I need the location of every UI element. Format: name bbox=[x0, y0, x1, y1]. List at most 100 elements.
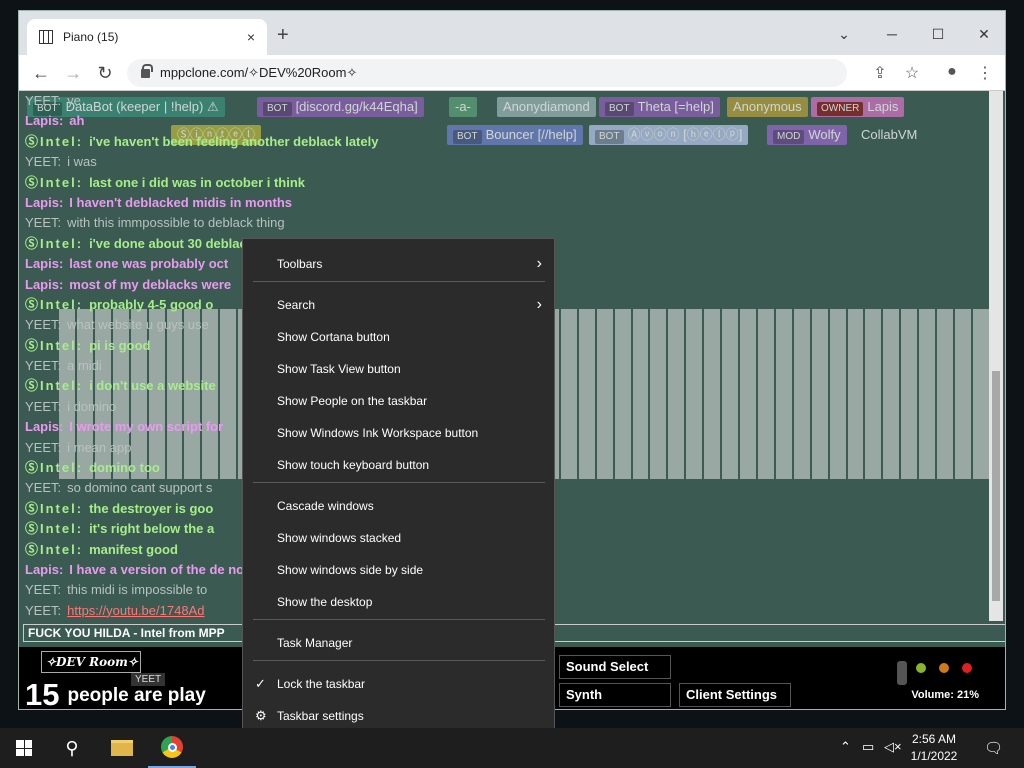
maximize-button[interactable]: ☐ bbox=[915, 19, 961, 49]
piano-key[interactable] bbox=[811, 309, 828, 479]
menu-item[interactable]: Show windows side by side bbox=[243, 556, 554, 584]
share-icon[interactable]: ⇪ bbox=[869, 63, 891, 83]
piano-key[interactable] bbox=[686, 309, 703, 479]
piano-key[interactable] bbox=[883, 309, 900, 479]
chat-author: Lapis: bbox=[25, 113, 64, 129]
network-icon[interactable]: ▭ bbox=[862, 739, 874, 755]
chat-scrollbar[interactable] bbox=[989, 91, 1003, 621]
scrollbar-thumb[interactable] bbox=[992, 371, 1000, 601]
chat-text: i don't use a website bbox=[89, 378, 216, 394]
close-window-button[interactable]: ✕ bbox=[961, 19, 1005, 49]
reload-icon[interactable]: ↻ bbox=[93, 63, 117, 83]
minimize-button[interactable]: ─ bbox=[869, 19, 915, 49]
chat-text: the destroyer is goo bbox=[89, 500, 214, 516]
menu-item[interactable]: Show windows stacked bbox=[243, 524, 554, 552]
menu-item[interactable]: Lock the taskbar ✓ bbox=[243, 670, 554, 698]
chat-text: i was bbox=[67, 154, 97, 170]
menu-item[interactable]: Show People on the taskbar bbox=[243, 387, 554, 415]
piano-key[interactable] bbox=[650, 309, 667, 479]
back-icon[interactable]: ← bbox=[29, 63, 53, 83]
menu-kebab-icon[interactable]: ⋮ bbox=[974, 63, 996, 83]
forward-icon[interactable]: → bbox=[61, 63, 85, 83]
notification-icon[interactable]: 🗨 bbox=[984, 739, 1003, 757]
chat-author: Lapis: bbox=[25, 276, 64, 292]
search-button[interactable]: ⚲ bbox=[48, 728, 96, 768]
user-tag[interactable]: Anonymous bbox=[727, 97, 808, 117]
menu-item[interactable]: Show Task View button bbox=[243, 355, 554, 383]
new-tab-button[interactable]: + bbox=[277, 25, 289, 45]
tab-search-icon[interactable]: ⌄ bbox=[821, 19, 867, 49]
piano-key[interactable] bbox=[865, 309, 882, 479]
chat-message: ⓈIntel: i've haven't been feeling another… bbox=[25, 132, 625, 152]
piano-key[interactable] bbox=[955, 309, 972, 479]
user-name: Lapis bbox=[867, 99, 899, 114]
speaker-muted-icon[interactable]: ◁× bbox=[884, 739, 902, 755]
piano-key[interactable] bbox=[704, 309, 721, 479]
menu-item[interactable]: Task Manager bbox=[243, 629, 554, 657]
menu-item[interactable]: Show Windows Ink Workspace button bbox=[243, 419, 554, 447]
piano-key[interactable] bbox=[901, 309, 918, 479]
user-tag[interactable]: CollabVM bbox=[855, 125, 924, 145]
tray-overflow-icon[interactable]: ⌃ bbox=[840, 739, 851, 755]
user-badge: MOD bbox=[773, 130, 805, 144]
menu-item-label: Cascade windows bbox=[277, 499, 374, 513]
chat-text: probably 4-5 good o bbox=[89, 296, 214, 312]
user-tag[interactable]: OWNER Lapis bbox=[811, 97, 905, 117]
status-dot-green bbox=[916, 663, 926, 673]
menu-item[interactable]: Show Cortana button bbox=[243, 323, 554, 351]
piano-key[interactable] bbox=[740, 309, 756, 479]
piano-key[interactable] bbox=[973, 309, 989, 479]
chat-author: YEET: bbox=[25, 439, 62, 455]
menu-item-label: Show People on the taskbar bbox=[277, 394, 428, 408]
clock-time: 2:56 AM bbox=[911, 732, 957, 746]
sound-select-button[interactable]: Sound Select bbox=[559, 655, 671, 679]
tab-close-icon[interactable]: × bbox=[247, 29, 255, 45]
chat-author: ⓈIntel: bbox=[25, 337, 84, 353]
clock[interactable]: 2:56 AM 1/1/2022 bbox=[904, 731, 964, 765]
volume-label: Volume: 21% bbox=[911, 689, 979, 701]
chat-author: Lapis: bbox=[25, 419, 64, 435]
chat-author: YEET: bbox=[25, 398, 62, 414]
start-button[interactable] bbox=[0, 728, 48, 768]
menu-item[interactable]: Taskbar settings ⚙ bbox=[243, 702, 554, 730]
piano-key[interactable] bbox=[829, 309, 846, 479]
file-explorer-button[interactable] bbox=[98, 728, 146, 768]
windows-icon bbox=[16, 740, 32, 756]
chat-text: most of my deblacks were bbox=[69, 276, 232, 292]
menu-item[interactable]: Toolbars › bbox=[243, 250, 554, 278]
menu-item[interactable]: Search › bbox=[243, 291, 554, 319]
chrome-taskbar-button[interactable] bbox=[148, 728, 196, 768]
omnibox[interactable]: mppclone.com/✧DEV%20Room✧ bbox=[127, 59, 847, 87]
room-name[interactable]: ✧DEV Room✧ bbox=[41, 651, 141, 673]
piano-key[interactable] bbox=[775, 309, 792, 479]
menu-item-label: Show Task View button bbox=[277, 362, 401, 376]
menu-item[interactable]: Show the desktop bbox=[243, 588, 554, 616]
url-text: mppclone.com/✧DEV%20Room✧ bbox=[160, 65, 358, 80]
menu-separator bbox=[253, 660, 545, 661]
piano-key[interactable] bbox=[919, 309, 936, 479]
taskbar-context-menu: Toolbars › Search › Show Cortana button Show … bbox=[242, 238, 555, 741]
piano-key[interactable] bbox=[632, 309, 649, 479]
synth-button[interactable]: Synth bbox=[559, 683, 671, 707]
menu-item-label: Show windows side by side bbox=[277, 563, 424, 577]
profile-icon[interactable]: ● bbox=[941, 63, 963, 81]
piano-key[interactable] bbox=[847, 309, 864, 479]
menu-item[interactable]: Cascade windows bbox=[243, 492, 554, 520]
piano-key[interactable] bbox=[757, 309, 774, 479]
menu-item[interactable]: Show touch keyboard button bbox=[243, 451, 554, 479]
browser-tab[interactable]: Piano (15) × bbox=[27, 19, 267, 55]
taskbar[interactable]: ⚲ ⌃ ▭ ◁× 2:56 AM 1/1/2022 🗨 bbox=[0, 728, 1024, 768]
chat-author: ⓈIntel: bbox=[25, 500, 84, 516]
piano-key[interactable] bbox=[668, 309, 685, 479]
piano-key[interactable] bbox=[937, 309, 954, 479]
volume-knob[interactable] bbox=[897, 661, 907, 685]
bookmark-star-icon[interactable]: ☆ bbox=[901, 63, 923, 83]
piano-key[interactable] bbox=[722, 309, 739, 479]
chat-text: ye bbox=[67, 93, 81, 108]
user-tag[interactable]: MOD Wolfy bbox=[767, 125, 847, 145]
chat-text: last one was probably oct bbox=[69, 256, 229, 272]
chat-link[interactable]: https://youtu.be/1748Ad bbox=[67, 603, 204, 618]
chat-text: it's right below the a bbox=[89, 521, 215, 537]
piano-key[interactable] bbox=[793, 309, 810, 479]
client-settings-button[interactable]: Client Settings bbox=[679, 683, 791, 707]
